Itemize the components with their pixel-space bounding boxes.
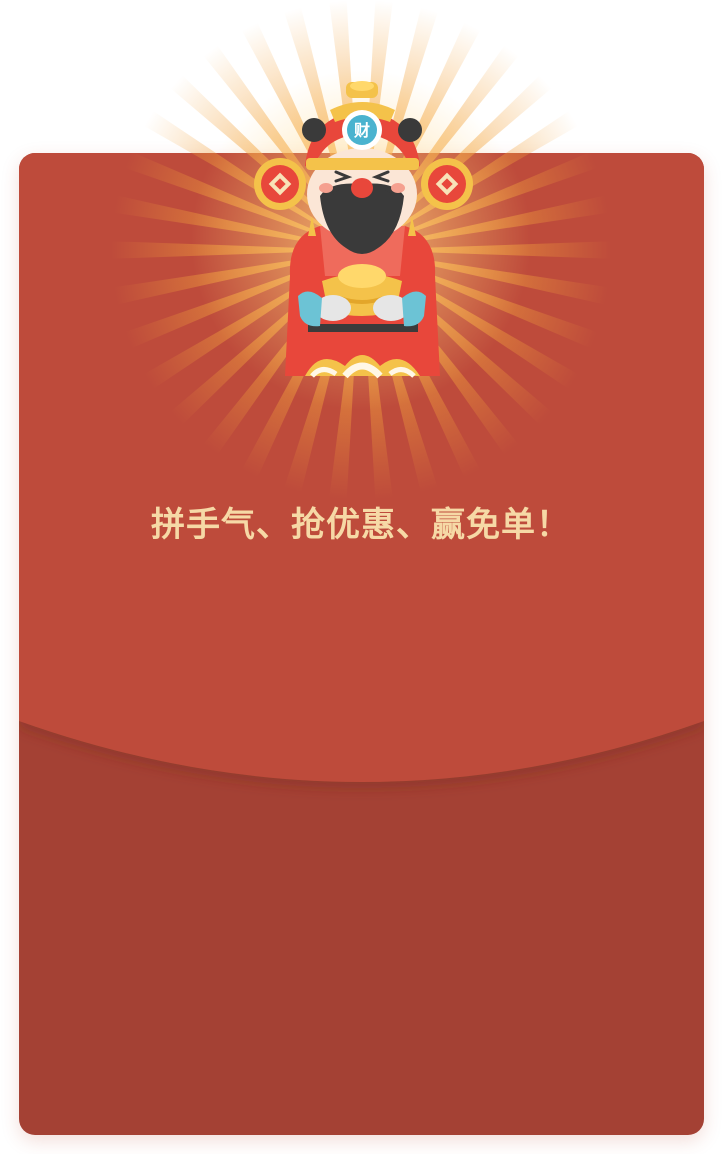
coin-left-icon [254, 158, 306, 210]
god-of-wealth-icon: 财 [254, 81, 473, 379]
hat-emblem-text: 财 [353, 121, 370, 140]
coin-right-icon [421, 158, 473, 210]
envelope-slogan: 拼手气、抢优惠、赢免单！ [151, 505, 571, 545]
